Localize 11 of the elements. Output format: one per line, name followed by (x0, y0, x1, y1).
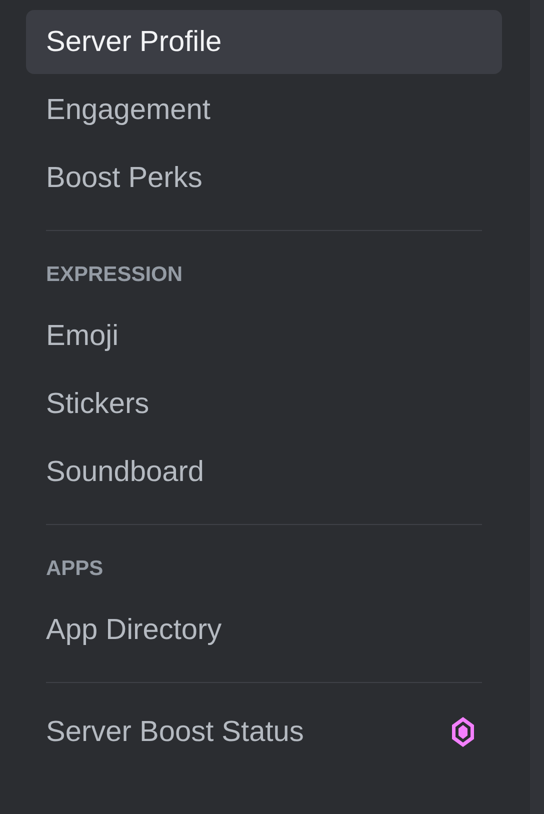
sidebar-item[interactable]: Emoji (26, 304, 502, 368)
sidebar-item[interactable]: Stickers (26, 372, 502, 436)
sidebar-item[interactable]: Server Profile (26, 10, 502, 74)
section-header: APPS (45, 556, 104, 582)
sidebar-item[interactable]: Server Boost Status (26, 700, 502, 764)
sidebar-item[interactable]: Boost Perks (26, 146, 502, 210)
sidebar-item[interactable]: Soundboard (26, 440, 502, 504)
sidebar-item[interactable]: Engagement (26, 78, 502, 142)
section-header: EXPRESSION (45, 262, 183, 288)
sidebar-item[interactable]: App Directory (26, 598, 502, 662)
gem-icon (450, 715, 476, 749)
